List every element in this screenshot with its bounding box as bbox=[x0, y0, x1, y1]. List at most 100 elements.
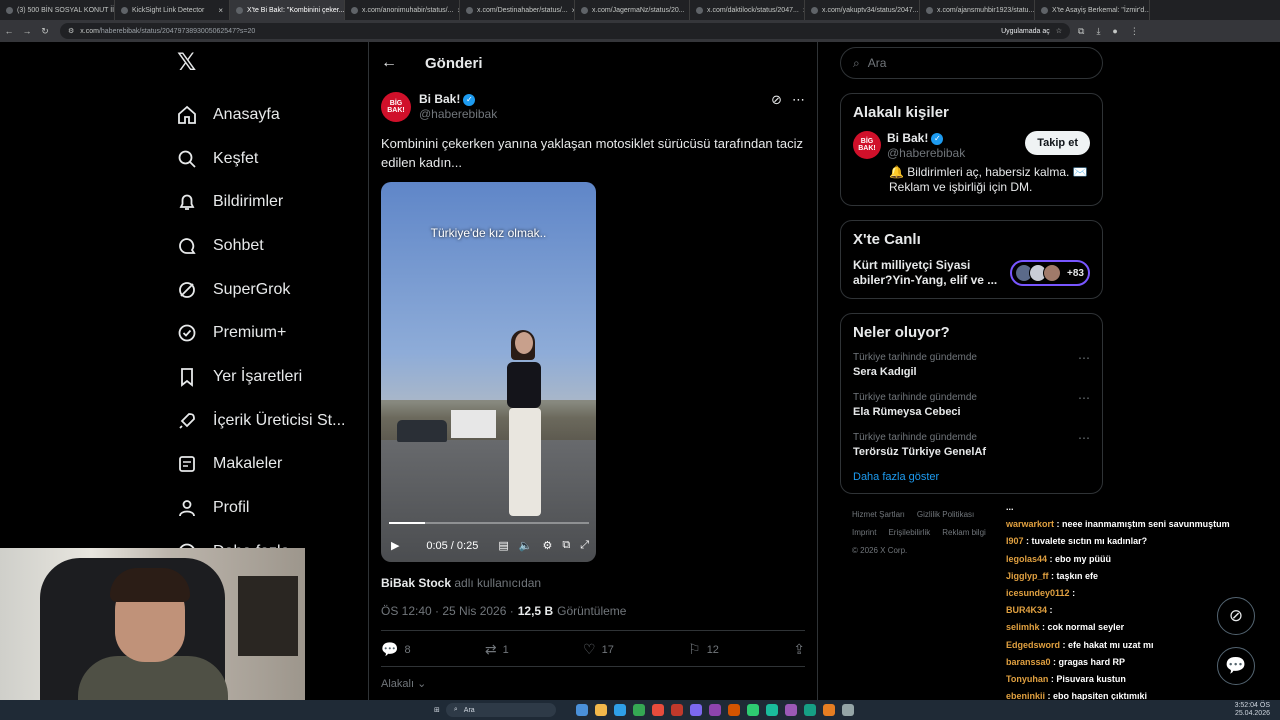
taskbar-app-icon[interactable] bbox=[632, 704, 645, 716]
search-input[interactable]: ⌕ Ara bbox=[840, 47, 1103, 79]
taskbar-app-icon[interactable] bbox=[803, 704, 816, 716]
nav-item[interactable]: Anasayfa bbox=[165, 93, 365, 137]
chat-username[interactable]: Jigglyp_ff bbox=[1006, 571, 1049, 581]
share-button[interactable]: ⇪ bbox=[793, 641, 805, 658]
back-arrow-icon[interactable]: ← bbox=[381, 54, 397, 72]
browser-tab[interactable]: x.com/yakuptv34/status/2047...× bbox=[805, 0, 920, 20]
browser-tab[interactable]: x.com/anonimuhabir/status/...× bbox=[345, 0, 460, 20]
footer-link[interactable]: Hizmet Şartları bbox=[852, 510, 905, 519]
taskbar-app-icon[interactable] bbox=[765, 704, 778, 716]
x-logo-icon[interactable]: 𝕏 bbox=[165, 48, 365, 77]
site-info-icon[interactable]: ⚙ bbox=[68, 27, 74, 35]
reload-icon[interactable]: ↻ bbox=[36, 26, 54, 37]
open-in-app-button[interactable]: Uygulamada aç bbox=[1001, 28, 1050, 35]
chat-username[interactable]: Edgedsword bbox=[1006, 640, 1060, 650]
captions-icon[interactable]: ▤ bbox=[498, 539, 508, 552]
trend-item[interactable]: Türkiye tarihinde gündemde Ela Rümeysa Ce… bbox=[853, 391, 1090, 420]
browser-tab[interactable]: X'te Bi Bak!: "Kombinini çeker...× bbox=[230, 0, 345, 20]
footer-link[interactable]: Imprint bbox=[852, 528, 876, 537]
reply-button[interactable]: 💬 8 bbox=[381, 641, 411, 658]
follow-button[interactable]: Takip et bbox=[1025, 131, 1090, 155]
taskbar-app-icon[interactable] bbox=[594, 704, 607, 716]
messages-button[interactable]: 💬 bbox=[1217, 647, 1255, 685]
browser-tab[interactable]: x.com/daktilock/status/2047...× bbox=[690, 0, 805, 20]
browser-tab[interactable]: x.com/JagermaNz/status/20...× bbox=[575, 0, 690, 20]
footer-link[interactable]: Gizlilik Politikası bbox=[917, 510, 974, 519]
taskbar-app-icon[interactable] bbox=[613, 704, 626, 716]
replies-sort-dropdown[interactable]: Alakalı ⌄ bbox=[381, 666, 805, 690]
taskbar-app-icon[interactable] bbox=[651, 704, 664, 716]
chat-username[interactable]: I907 bbox=[1006, 536, 1024, 546]
bookmark-button[interactable]: ⚐ 12 bbox=[688, 641, 719, 658]
chat-username[interactable]: BUR4K34 bbox=[1006, 605, 1047, 615]
play-icon[interactable]: ▶ bbox=[391, 539, 399, 552]
chat-username[interactable]: legolas44 bbox=[1006, 554, 1047, 564]
more-options-icon[interactable]: ⋯ bbox=[792, 92, 805, 122]
footer-link[interactable]: Erişilebilirlik bbox=[888, 528, 930, 537]
chat-username[interactable]: baranssa0 bbox=[1006, 657, 1051, 667]
taskbar-app-icon[interactable] bbox=[746, 704, 759, 716]
nav-item[interactable]: Sohbet bbox=[165, 224, 365, 268]
chat-username[interactable]: selimhk bbox=[1006, 622, 1040, 632]
post-timestamp[interactable]: ÖS 12:40 · 25 Nis 2026 · bbox=[381, 604, 514, 618]
browser-tab[interactable]: (3) 500 BİN SOSYAL KONUT İİ...× bbox=[0, 0, 115, 20]
taskbar-app-icon[interactable] bbox=[727, 704, 740, 716]
nav-item[interactable]: Profil bbox=[165, 486, 365, 530]
browser-tab[interactable]: x.com/ajansmuhbir1923/statu...× bbox=[920, 0, 1035, 20]
address-bar[interactable]: ⚙ x.com/haberebibak/status/2047973893005… bbox=[60, 23, 1070, 39]
video-progress-bar[interactable] bbox=[389, 522, 589, 524]
download-icon[interactable]: ⤓ bbox=[1096, 26, 1100, 37]
show-more-link[interactable]: Daha fazla göster bbox=[853, 471, 1090, 483]
pip-icon[interactable]: ⧉ bbox=[562, 539, 570, 552]
nav-item[interactable]: SuperGrok bbox=[165, 268, 365, 312]
nav-item[interactable]: Keşfet bbox=[165, 137, 365, 181]
taskbar-clock[interactable]: 3:52:04 ÖS 25.04.2026 bbox=[1235, 702, 1270, 718]
nav-item[interactable]: Makaleler bbox=[165, 443, 365, 487]
browser-tab[interactable]: X'te Asayiş Berkemal: "İzmir'd...× bbox=[1035, 0, 1150, 20]
video-player[interactable]: Türkiye'de kız olmak.. ▶ 0:05 / 0:25 ▤ 🔈… bbox=[381, 182, 596, 562]
repost-button[interactable]: ⇄ 1 bbox=[485, 641, 509, 658]
trend-item[interactable]: Türkiye tarihinde gündemde Terörsüz Türki… bbox=[853, 431, 1090, 460]
avatar[interactable]: BİG BAK! bbox=[381, 92, 411, 122]
live-space-item[interactable]: Kürt milliyetçi Siyasi abiler?Yin-Yang, … bbox=[853, 258, 1090, 288]
related-handle[interactable]: @haberebibak bbox=[887, 146, 965, 161]
grok-button[interactable]: ⊘ bbox=[1217, 597, 1255, 635]
settings-icon[interactable]: ⚙ bbox=[542, 539, 552, 552]
source-name[interactable]: BiBak Stock bbox=[381, 576, 451, 590]
nav-item[interactable]: Yer İşaretleri bbox=[165, 355, 365, 399]
grok-icon[interactable]: ⊘ bbox=[771, 92, 782, 122]
taskbar-app-icon[interactable] bbox=[822, 704, 835, 716]
related-name[interactable]: Bi Bak! bbox=[887, 131, 928, 146]
fullscreen-icon[interactable]: ⤢ bbox=[580, 539, 589, 552]
author-name[interactable]: Bi Bak! bbox=[419, 92, 460, 107]
chat-username[interactable]: Tonyuhan bbox=[1006, 674, 1048, 684]
avatar[interactable]: BİG BAK! bbox=[853, 131, 881, 159]
taskbar-app-icon[interactable] bbox=[670, 704, 683, 716]
like-button[interactable]: ♡ 17 bbox=[583, 641, 614, 658]
forward-arrow-icon[interactable]: → bbox=[18, 26, 36, 36]
trend-item[interactable]: Türkiye tarihinde gündemde Sera Kadıgil ⋯ bbox=[853, 351, 1090, 380]
footer-link[interactable]: Reklam bilgi bbox=[942, 528, 986, 537]
taskbar-app-icon[interactable] bbox=[575, 704, 588, 716]
author-handle[interactable]: @haberebibak bbox=[419, 107, 497, 122]
taskbar-app-icon[interactable] bbox=[784, 704, 797, 716]
volume-icon[interactable]: 🔈 bbox=[519, 539, 533, 552]
chat-username[interactable]: icesundey0112 bbox=[1006, 588, 1070, 598]
nav-item[interactable]: Bildirimler bbox=[165, 180, 365, 224]
taskbar-app-icon[interactable] bbox=[708, 704, 721, 716]
browser-tab[interactable]: x.com/Destinahaber/status/...× bbox=[460, 0, 575, 20]
taskbar-app-icon[interactable] bbox=[689, 704, 702, 716]
more-options-icon[interactable]: ⋯ bbox=[1078, 431, 1090, 460]
taskbar-app-icon[interactable] bbox=[841, 704, 854, 716]
browser-tab[interactable]: KickSight Link Detector × bbox=[115, 0, 230, 20]
more-options-icon[interactable]: ⋯ bbox=[1078, 351, 1090, 380]
star-icon[interactable]: ☆ bbox=[1056, 27, 1062, 35]
windows-start-icon[interactable]: ⊞ bbox=[434, 706, 440, 714]
chat-username[interactable]: warwarkort bbox=[1006, 519, 1054, 529]
close-icon[interactable]: × bbox=[218, 6, 223, 15]
more-options-icon[interactable]: ⋯ bbox=[1078, 391, 1090, 420]
profile-icon[interactable]: ● bbox=[1112, 26, 1117, 37]
extensions-icon[interactable]: ⧉ bbox=[1078, 26, 1084, 37]
nav-item[interactable]: Premium+ bbox=[165, 311, 365, 355]
nav-item[interactable]: İçerik Üreticisi St... bbox=[165, 399, 365, 443]
